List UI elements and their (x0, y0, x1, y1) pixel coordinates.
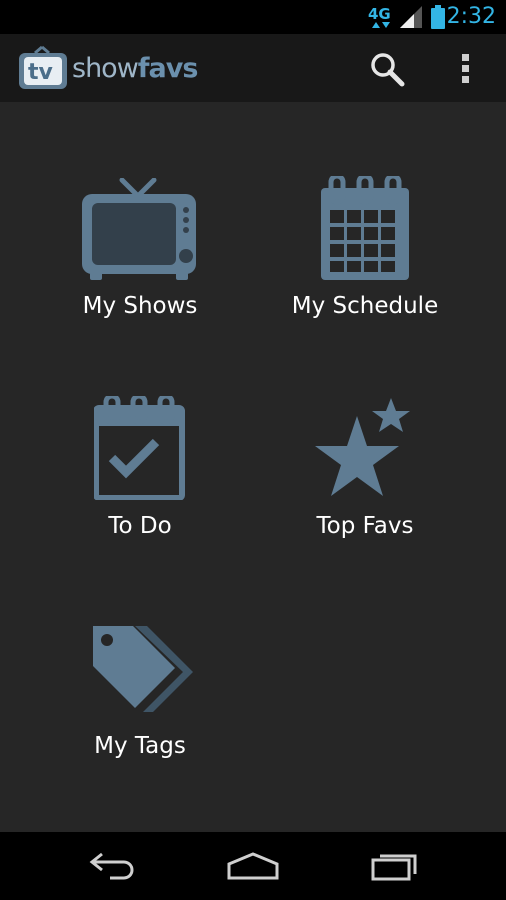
star-icon (315, 398, 410, 496)
menu-item-my-schedule[interactable]: My Schedule (265, 170, 465, 360)
svg-text:4G: 4G (368, 5, 391, 23)
tv-icon (82, 178, 196, 280)
4g-network-icon: 4G (368, 5, 391, 28)
calendar-icon (321, 176, 409, 280)
menu-item-my-tags[interactable]: My Tags (40, 610, 240, 800)
menu-item-label: Top Favs (316, 513, 414, 539)
home-icon[interactable] (226, 850, 280, 882)
menu-item-label: My Tags (94, 733, 186, 759)
app-title-show: show (72, 53, 139, 84)
menu-item-top-favs[interactable]: Top Favs (265, 390, 465, 580)
checklist-calendar-icon (94, 396, 185, 500)
menu-item-label: My Schedule (291, 293, 439, 319)
tag-icon (93, 626, 193, 712)
menu-item-label: My Shows (82, 293, 198, 319)
battery-icon (431, 5, 445, 29)
overflow-menu-icon[interactable] (460, 52, 472, 86)
system-nav-bar (0, 832, 506, 900)
svg-text:tv: tv (28, 60, 54, 85)
menu-item-my-shows[interactable]: My Shows (40, 170, 240, 360)
app-title: showfavs (72, 53, 199, 84)
status-bar: 4G 2:32 (0, 0, 506, 34)
back-icon[interactable] (88, 850, 138, 882)
tv-logo-icon: tv (19, 45, 67, 89)
menu-item-label: To Do (108, 513, 172, 539)
status-time: 2:32 (446, 4, 496, 29)
recents-icon[interactable] (370, 850, 420, 882)
menu-item-to-do[interactable]: To Do (40, 390, 240, 580)
signal-strength-icon (400, 6, 422, 28)
app-title-favs: favs (137, 53, 199, 84)
action-bar: tv showfavs (0, 34, 506, 102)
search-icon[interactable] (370, 52, 406, 88)
